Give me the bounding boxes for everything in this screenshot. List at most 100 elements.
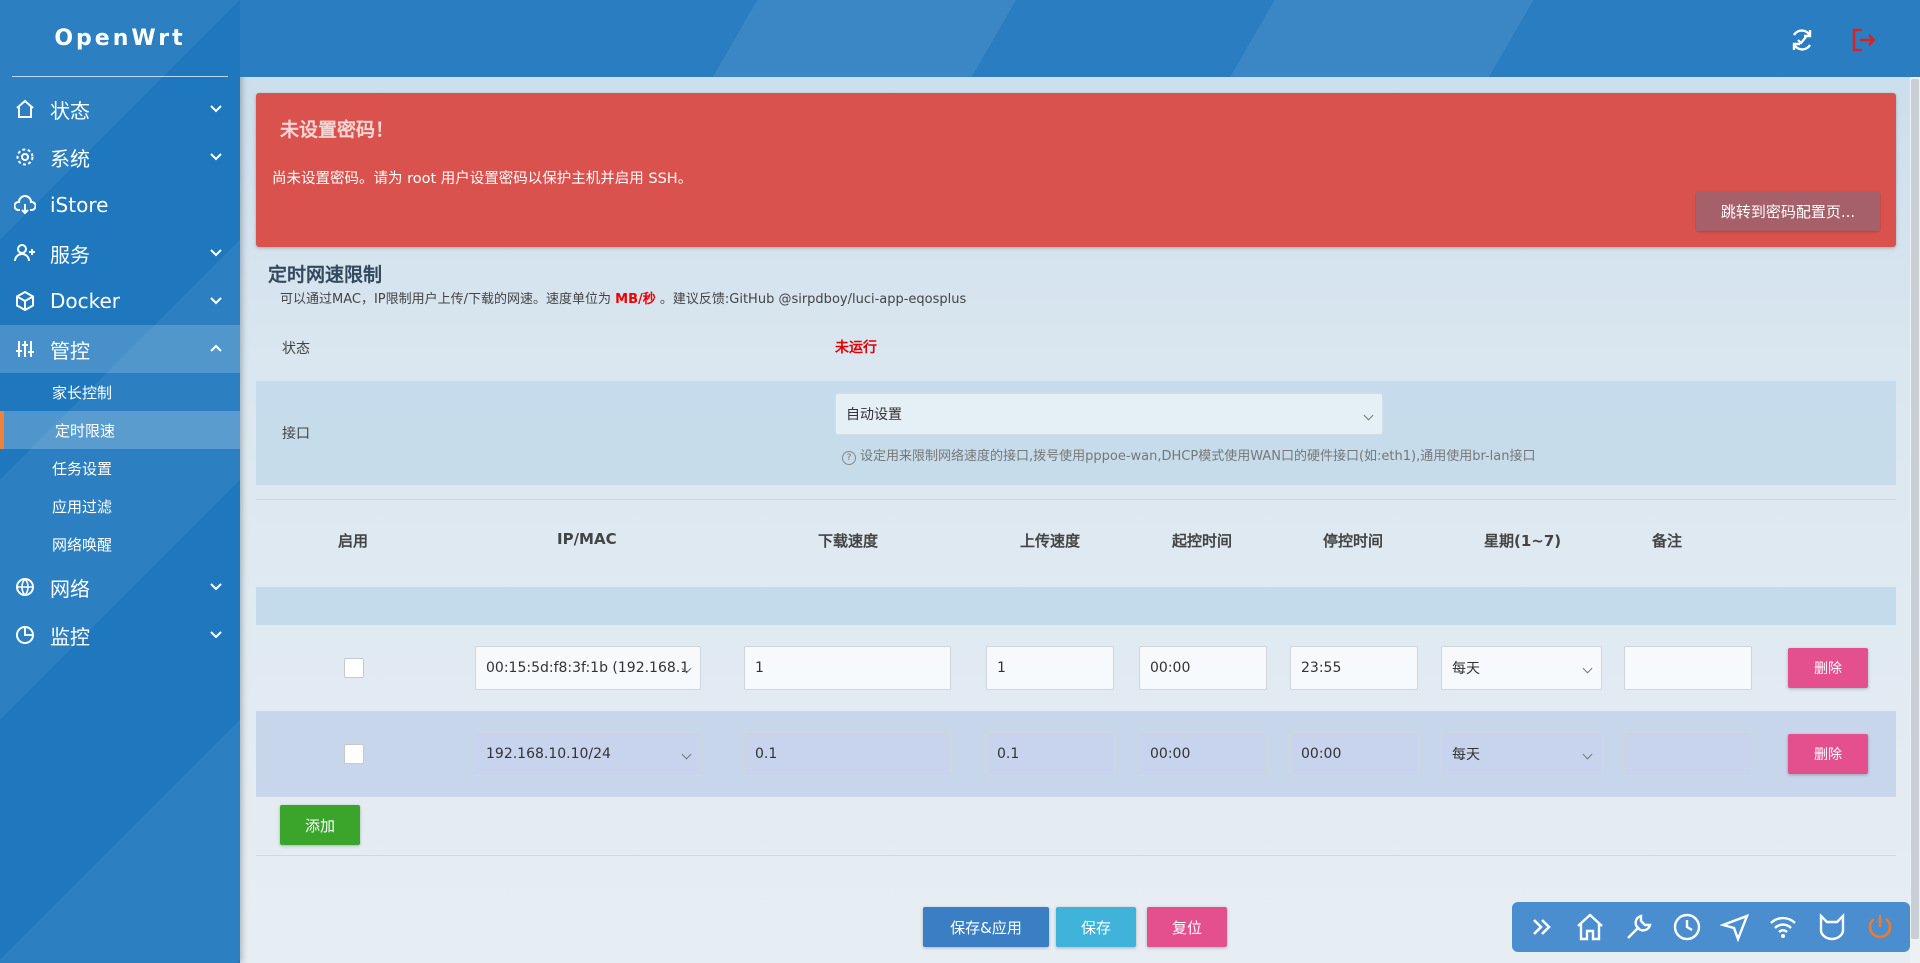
sidebar-item-control[interactable]: 管控 — [0, 325, 240, 373]
stop-time-input[interactable]: 23:55 — [1290, 646, 1418, 690]
wrench-icon[interactable] — [1622, 910, 1656, 944]
weekday-select[interactable]: 每天 — [1441, 732, 1602, 776]
enable-checkbox[interactable] — [344, 658, 364, 678]
cube-icon — [14, 290, 36, 312]
status-label: 状态 — [282, 341, 310, 357]
ipmac-value: 00:15:5d:f8:3f:1b (192.168.1 — [486, 660, 690, 676]
page-title: 定时网速限制 — [268, 264, 383, 286]
chevron-down-icon — [210, 153, 222, 161]
wifi-icon[interactable] — [1766, 910, 1800, 944]
sidebar-item-network[interactable]: 网络 — [0, 563, 240, 611]
download-input[interactable]: 1 — [744, 646, 951, 690]
top-header — [240, 0, 1920, 77]
pie-chart-icon — [14, 624, 36, 646]
subitem-parental-control[interactable]: 家长控制 — [0, 373, 240, 411]
table-row: 00:15:5d:f8:3f:1b (192.168.1 1 1 00:00 2… — [256, 625, 1896, 711]
col-download: 下载速度 — [818, 532, 879, 550]
desc-text: 可以通过MAC，IP限制用户上传/下载的网速。速度单位为 — [280, 292, 612, 307]
sidebar-item-system[interactable]: 系统 — [0, 133, 240, 181]
enable-checkbox[interactable] — [344, 744, 364, 764]
upload-value: 1 — [997, 660, 1006, 676]
home-icon[interactable] — [1573, 910, 1607, 944]
subitem-task-settings[interactable]: 任务设置 — [0, 449, 240, 487]
ipmac-select[interactable]: 00:15:5d:f8:3f:1b (192.168.1 — [475, 646, 701, 690]
reset-button[interactable]: 复位 — [1147, 907, 1227, 947]
interface-label: 接口 — [282, 426, 310, 442]
ipmac-select[interactable]: 192.168.10.10/24 — [475, 732, 701, 776]
col-note: 备注 — [1652, 532, 1683, 550]
logout-icon[interactable] — [1850, 26, 1878, 54]
interface-select-value: 自动设置 — [846, 407, 902, 423]
cat-icon[interactable] — [1815, 910, 1849, 944]
stop-time-value: 00:00 — [1301, 746, 1342, 762]
download-value: 0.1 — [755, 746, 778, 762]
start-time-value: 00:00 — [1150, 660, 1191, 676]
table-header: 启用 IP/MAC 下载速度 上传速度 起控时间 停控时间 星期(1~7) 备注 — [256, 530, 1896, 562]
sidebar-item-label: Docker — [50, 289, 121, 313]
weekday-value: 每天 — [1452, 747, 1480, 763]
save-button[interactable]: 保存 — [1056, 907, 1136, 947]
expand-icon[interactable] — [1525, 910, 1559, 944]
quick-dock — [1512, 902, 1910, 952]
subitem-wake-on-lan[interactable]: 网络唤醒 — [0, 525, 240, 563]
scrollbar[interactable] — [1910, 77, 1920, 963]
delete-button[interactable]: 删除 — [1788, 648, 1868, 688]
delete-button[interactable]: 删除 — [1788, 734, 1868, 774]
refresh-icon[interactable] — [1788, 26, 1816, 54]
nav-menu: 状态 系统 iStore 服务 Docker 管控 家长控制 定时限速 任务设置… — [0, 85, 240, 659]
sidebar-item-label: 管控 — [50, 338, 90, 363]
clock-icon[interactable] — [1670, 910, 1704, 944]
save-apply-button[interactable]: 保存&应用 — [923, 907, 1049, 947]
section-divider — [256, 499, 1896, 500]
sidebar-item-label: 系统 — [50, 146, 90, 171]
upload-value: 0.1 — [997, 746, 1020, 762]
alert-title: 未设置密码！ — [280, 119, 395, 141]
page-description: 可以通过MAC，IP限制用户上传/下载的网速。速度单位为 MB/秒 。建议反馈:… — [280, 288, 966, 307]
interface-hint: ? 设定用来限制网络速度的接口,拨号使用pppoe-wan,DHCP模式使用WAN… — [842, 445, 1536, 465]
goto-password-button[interactable]: 跳转到密码配置页... — [1696, 191, 1880, 231]
sidebar-item-istore[interactable]: iStore — [0, 181, 240, 229]
subitem-app-filter[interactable]: 应用过滤 — [0, 487, 240, 525]
ipmac-value: 192.168.10.10/24 — [486, 746, 611, 762]
col-weekday: 星期(1~7) — [1484, 532, 1562, 550]
sliders-icon — [14, 338, 36, 360]
sidebar-item-label: 网络 — [50, 576, 90, 601]
status-row: 状态 未运行 — [256, 323, 1896, 373]
sidebar-item-docker[interactable]: Docker — [0, 277, 240, 325]
col-upload: 上传速度 — [1020, 532, 1081, 550]
subitem-speed-limit[interactable]: 定时限速 — [0, 411, 240, 449]
sidebar-item-status[interactable]: 状态 — [0, 85, 240, 133]
sidebar-item-services[interactable]: 服务 — [0, 229, 240, 277]
globe-icon — [14, 576, 36, 598]
interface-hint-text: 设定用来限制网络速度的接口,拨号使用pppoe-wan,DHCP模式使用WAN口… — [860, 449, 1536, 464]
col-ipmac: IP/MAC — [557, 530, 617, 548]
brand-logo: OpenWrt — [54, 25, 186, 51]
brand-divider — [12, 76, 228, 77]
note-input[interactable] — [1624, 732, 1752, 776]
upload-input[interactable]: 0.1 — [986, 732, 1114, 776]
weekday-select[interactable]: 每天 — [1441, 646, 1602, 690]
alert-message: 尚未设置密码。请为 root 用户设置密码以保护主机并启用 SSH。 — [272, 171, 693, 187]
stop-time-input[interactable]: 00:00 — [1290, 732, 1418, 776]
desc-feedback: 。建议反馈:GitHub @sirpdboy/luci-app-eqosplus — [659, 292, 967, 307]
chevron-down-icon — [210, 249, 222, 257]
start-time-input[interactable]: 00:00 — [1139, 646, 1267, 690]
interface-select[interactable]: 自动设置 — [835, 393, 1383, 435]
upload-input[interactable]: 1 — [986, 646, 1114, 690]
gear-icon — [14, 146, 36, 168]
send-icon[interactable] — [1718, 910, 1752, 944]
scrollbar-thumb[interactable] — [1911, 79, 1919, 939]
chevron-down-icon — [210, 297, 222, 305]
power-icon[interactable] — [1863, 910, 1897, 944]
desc-unit: MB/秒 — [615, 292, 656, 307]
chevron-down-icon — [210, 631, 222, 639]
download-input[interactable]: 0.1 — [744, 732, 951, 776]
chevron-down-icon — [210, 105, 222, 113]
note-input[interactable] — [1624, 646, 1752, 690]
chevron-down-icon — [210, 583, 222, 591]
sidebar-item-monitor[interactable]: 监控 — [0, 611, 240, 659]
add-row-button[interactable]: 添加 — [280, 805, 360, 845]
main-content: 未设置密码！ 尚未设置密码。请为 root 用户设置密码以保护主机并启用 SSH… — [256, 93, 1896, 856]
start-time-input[interactable]: 00:00 — [1139, 732, 1267, 776]
sidebar: OpenWrt 状态 系统 iStore 服务 Docker 管控 家长控制 定… — [0, 0, 240, 963]
